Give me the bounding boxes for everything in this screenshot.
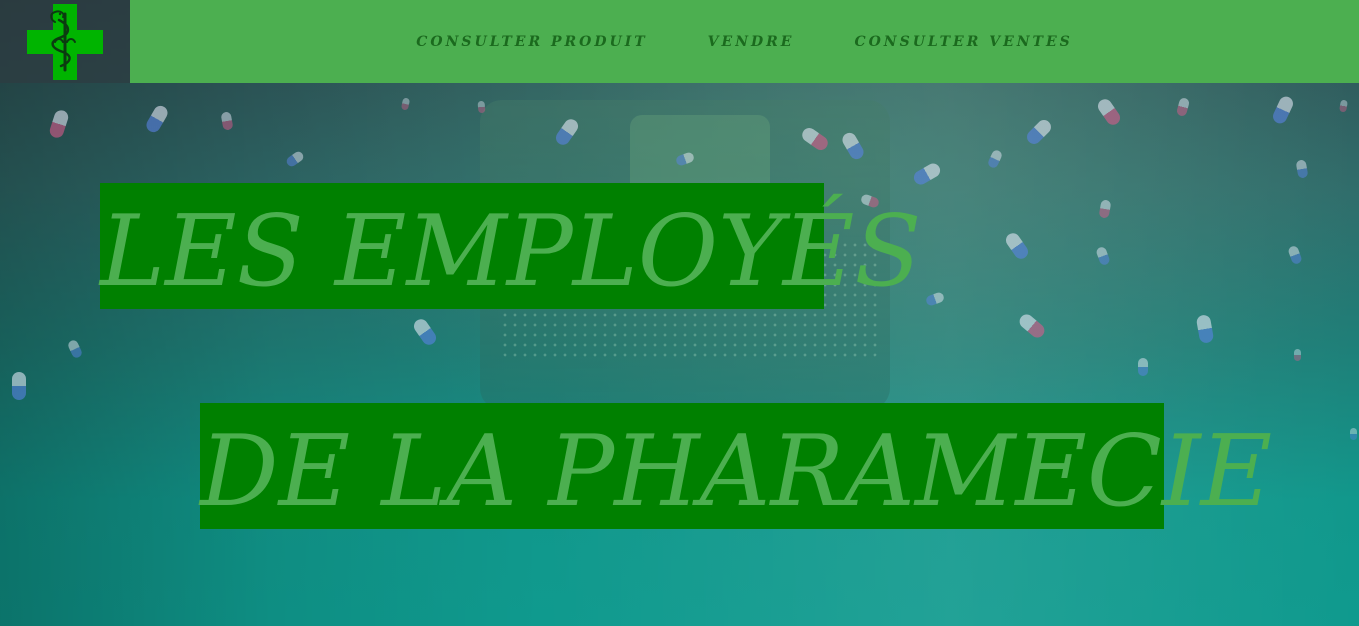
pill-icon [66,338,84,360]
nav-link-consulter-ventes[interactable]: CONSULTER VENTES [854,34,1072,50]
pill-icon [986,148,1004,170]
pill-icon [48,108,70,140]
pill-icon [1350,428,1357,440]
pill-icon [1270,94,1296,126]
page: CONSULTER PRODUIT VENDRE CONSULTER VENTE… [0,0,1359,626]
nav-link-consulter-produit[interactable]: CONSULTER PRODUIT [416,34,647,50]
pill-icon [1294,349,1301,361]
top-navigation: CONSULTER PRODUIT VENDRE CONSULTER VENTE… [130,0,1359,83]
pill-icon [1295,159,1309,179]
pill-icon [1138,358,1148,376]
pill-icon [1003,230,1031,262]
hero-title-text-2: DE LA PHARAMECIE [200,415,1273,529]
pill-icon [411,316,439,348]
pharmacy-cross-caduceus-icon [27,3,103,80]
pill-icon [1339,99,1348,113]
hero-title-line-2: DE LA PHARAMECIE [200,403,1272,529]
pill-icon [1016,311,1048,341]
logo[interactable] [0,0,130,83]
pill-icon [1095,245,1111,267]
hero-title-text-1: LES EMPLOYÉS [100,195,922,309]
pill-icon [924,291,946,307]
pill-icon [1098,199,1112,219]
pill-icon [911,160,943,188]
pill-icon [143,103,171,135]
pill-icon [12,372,26,400]
pill-icon [1175,97,1191,117]
pill-icon [284,149,306,169]
pill-icon [220,111,234,131]
hero-background [0,0,1359,626]
pill-icon [1195,313,1215,345]
pill-icon [1095,96,1123,128]
pill-icon [1287,244,1303,266]
pill-icon [400,97,411,111]
pill-icon [1024,117,1054,147]
hero-title-line-1: LES EMPLOYÉS [100,183,922,309]
nav-link-vendre[interactable]: VENDRE [708,34,795,50]
